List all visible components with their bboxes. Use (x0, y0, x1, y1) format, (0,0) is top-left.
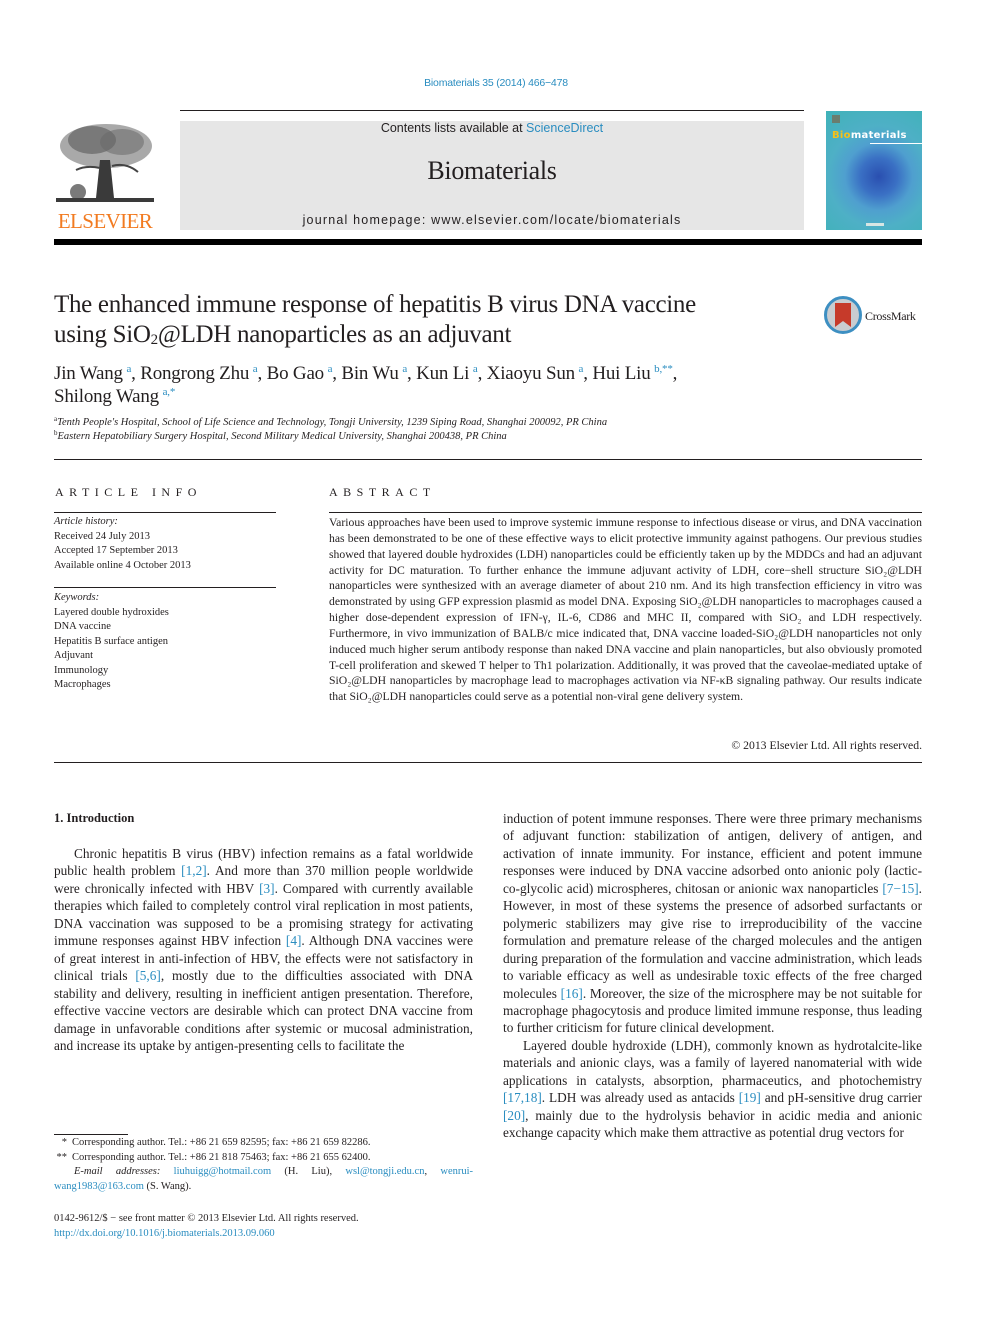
author-separator: , (257, 363, 267, 384)
cover-rule (870, 143, 922, 144)
keywords-label: Keywords: (54, 592, 100, 603)
author-name[interactable]: Bo Gao (267, 363, 328, 384)
keyword-item: Hepatitis B surface antigen (54, 635, 169, 647)
citation-ref-link[interactable]: [7−15] (882, 881, 918, 896)
doi-link[interactable]: http://dx.doi.org/10.1016/j.biomaterials… (54, 1227, 473, 1242)
elsevier-wordmark: ELSEVIER (57, 209, 153, 233)
author-name[interactable]: Hui Liu (592, 363, 654, 384)
author-name[interactable]: Jin Wang (54, 363, 126, 384)
history-label: Article history: (54, 516, 118, 527)
author-separator: , (131, 363, 141, 384)
cover-footer-mark (866, 223, 884, 226)
paragraph-text: . LDH was already used as antacids (541, 1090, 739, 1106)
paragraph-text: , mainly due to the hydrolysis behavior … (503, 1107, 922, 1141)
paragraph-text: . However, in most of these systems the … (503, 880, 922, 1001)
contents-availability: Contents lists available at ScienceDirec… (180, 121, 804, 135)
keyword-item: Macrophages (54, 679, 111, 690)
section-heading-introduction: 1. Introduction (54, 811, 135, 825)
article-history: Article history: Received 24 July 2013 A… (54, 515, 276, 573)
body-paragraph: Chronic hepatitis B virus (HBV) infectio… (54, 845, 473, 1054)
elsevier-logo[interactable]: ELSEVIER (54, 118, 156, 234)
keywords: Keywords: Layered double hydroxides DNA … (54, 591, 276, 693)
citation-ref-link[interactable]: [3] (259, 881, 275, 896)
article-info-heading: ARTICLE INFO (55, 485, 202, 499)
author-name[interactable]: Kun Li (416, 363, 473, 384)
abstract-text: Various approaches have been used to imp… (329, 516, 922, 704)
citation-ref-link[interactable]: [17,18] (503, 1090, 542, 1105)
author-separator: , (407, 363, 417, 384)
citation-ref-link[interactable]: [4] (286, 933, 302, 948)
footnote-rule (54, 1134, 128, 1135)
body-paragraph: Layered double hydroxide (LDH), commonly… (503, 1037, 922, 1142)
author-list: Jin Wang a, Rongrong Zhu a, Bo Gao a, Bi… (54, 362, 854, 408)
body-paragraph: induction of potent immune responses. Th… (503, 810, 922, 1037)
header-thick-rule (54, 239, 922, 245)
paragraph-text: Layered double hydroxide (LDH), commonly… (503, 1037, 922, 1088)
sciencedirect-link[interactable]: ScienceDirect (526, 121, 603, 135)
history-online: Available online 4 October 2013 (54, 559, 191, 571)
affiliation-b: bEastern Hepatobiliary Surgery Hospital,… (54, 429, 507, 443)
author-name[interactable]: Bin Wu (341, 363, 402, 384)
author-separator: , (583, 363, 593, 384)
citation-ref-link[interactable]: [5,6] (135, 968, 160, 983)
journal-cover-thumbnail[interactable]: Biomaterials (826, 111, 922, 230)
article-info-rule (54, 512, 276, 513)
paragraph-text: and pH-sensitive drug carrier (760, 1090, 922, 1106)
crossmark-button[interactable]: CrossMark (824, 296, 924, 334)
author-affiliation-mark[interactable]: a,* (163, 386, 176, 398)
issn-copyright: 0142-9612/$ − see front matter © 2013 El… (54, 1213, 359, 1224)
affiliation-a: aTenth People's Hospital, School of Life… (54, 415, 608, 429)
citation-ref-link[interactable]: [16] (561, 986, 583, 1001)
affiliation-rule (54, 459, 922, 460)
keyword-item: Layered double hydroxides (54, 606, 169, 618)
author-separator: , (672, 363, 678, 384)
author-name[interactable]: Xiaoyu Sun (487, 363, 579, 384)
author-separator: , (477, 363, 487, 384)
keyword-item: Immunology (54, 664, 109, 676)
citation-ref-link[interactable]: [19] (739, 1090, 761, 1105)
journal-homepage-link[interactable]: journal homepage: www.elsevier.com/locat… (180, 213, 804, 227)
header-top-rule (180, 110, 804, 111)
email-link-wang-tongji[interactable]: wsl@tongji.edu.cn (345, 1166, 424, 1177)
abstract-rule (329, 512, 922, 513)
footnote-emails: E-mail addresses: liuhuigg@hotmail.com (… (54, 1166, 474, 1192)
author-name[interactable]: Shilong Wang (54, 386, 163, 407)
cover-title: Biomaterials (832, 130, 907, 141)
body-column-right: induction of potent immune responses. Th… (503, 810, 922, 1142)
article-title: The enhanced immune response of hepatiti… (54, 291, 696, 348)
keyword-item: Adjuvant (54, 650, 94, 661)
footnotes: * Corresponding author. Tel.: +86 21 659 … (54, 1136, 473, 1194)
affiliations: aTenth People's Hospital, School of Life… (54, 416, 914, 444)
abstract-heading: ABSTRACT (329, 485, 436, 499)
footnote-corresponding-1: * Corresponding author. Tel.: +86 21 659 … (61, 1137, 371, 1148)
email-link-liu[interactable]: liuhuigg@hotmail.com (174, 1166, 271, 1177)
body-column-left: Chronic hepatitis B virus (HBV) infectio… (54, 845, 473, 1054)
journal-name: Biomaterials (427, 156, 557, 185)
elsevier-tree-icon (56, 120, 154, 206)
footnote-corresponding-2: ** Corresponding author. Tel.: +86 21 818… (56, 1151, 371, 1163)
author-name[interactable]: Rongrong Zhu (140, 363, 253, 384)
citation-ref-link[interactable]: [1,2] (181, 863, 206, 878)
crossmark-label: CrossMark (865, 309, 916, 323)
abstract-bottom-rule (54, 762, 922, 763)
paragraph-text: induction of potent immune responses. Th… (503, 811, 922, 896)
journal-banner: Contents lists available at ScienceDirec… (180, 121, 804, 230)
keyword-item: DNA vaccine (54, 621, 111, 632)
author-separator: , (332, 363, 342, 384)
front-matter: 0142-9612/$ − see front matter © 2013 El… (54, 1212, 473, 1241)
author-affiliation-mark[interactable]: b,** (654, 363, 673, 375)
cover-publisher-icon (832, 115, 840, 123)
abstract-copyright: © 2013 Elsevier Ltd. All rights reserved… (731, 739, 922, 752)
history-accepted: Accepted 17 September 2013 (54, 545, 178, 556)
citation-ref-link[interactable]: [20] (503, 1108, 525, 1123)
contents-prefix: Contents lists available at (380, 121, 527, 135)
history-received: Received 24 July 2013 (54, 530, 150, 542)
journal-citation-link[interactable]: Biomaterials 35 (2014) 466−478 (0, 77, 992, 89)
keywords-rule (54, 587, 276, 588)
